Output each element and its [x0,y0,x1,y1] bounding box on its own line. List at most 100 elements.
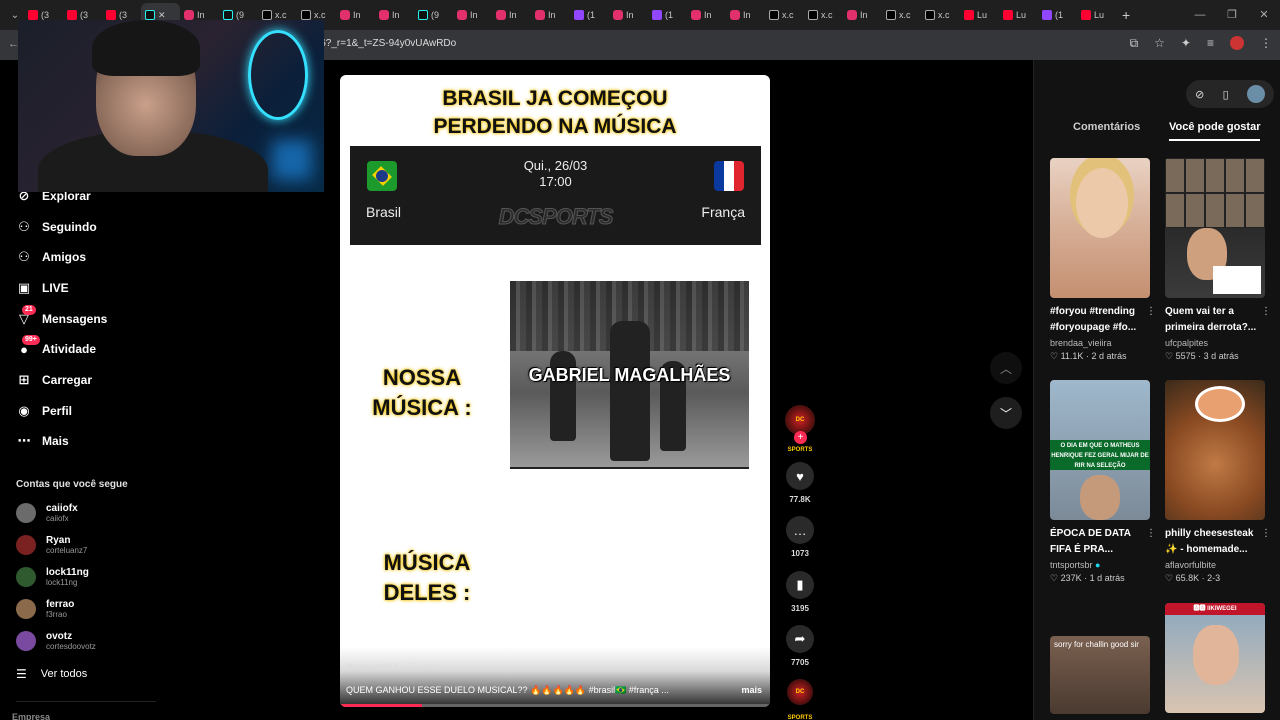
browser-tab[interactable]: In [843,3,882,27]
new-tab-button[interactable]: + [1122,7,1130,23]
browser-tab[interactable]: (1 [570,3,609,27]
phone-icon[interactable]: ▯ [1223,88,1229,101]
card-options-icon[interactable]: ⋮ [1261,306,1271,317]
url-field[interactable]: i6?_r=1&_t=ZS-94y0vUAwRDo [318,38,456,49]
browser-tab[interactable]: In [453,3,492,27]
card-options-icon[interactable]: ⋮ [1146,528,1156,539]
previous-video-button[interactable]: ︿ [990,352,1022,384]
browser-tab[interactable]: In [375,3,414,27]
next-video-button[interactable]: ﹀ [990,397,1022,429]
browser-tab[interactable]: Lu [960,3,999,27]
creator-avatar-button[interactable]: DC SPORTS + [783,405,817,453]
browser-tab[interactable]: In [726,3,765,27]
browser-tab[interactable]: (1 [648,3,687,27]
card-likes: 5575 [1175,351,1196,361]
compass-icon[interactable]: ⊘ [1195,88,1204,101]
browser-tab[interactable]: (9 [414,3,453,27]
close-window-icon[interactable]: ✕ [1248,0,1280,30]
sidebar-item-seguindo[interactable]: ⚇ Seguindo [16,219,97,235]
video-thumbnail [1165,158,1265,298]
x-icon [808,10,818,20]
account-name: ferrao [46,599,75,610]
media-icon[interactable]: ≡ [1207,36,1214,51]
blue-glow [272,140,312,180]
menu-kebab-icon[interactable]: ⋮ [1260,36,1272,51]
browser-tab[interactable]: x.c [882,3,921,27]
browser-tab[interactable]: In [609,3,648,27]
profile-avatar[interactable] [1230,36,1244,50]
suggested-video-card[interactable]: 🅰🅰 IIKIWEGEI [1165,603,1265,713]
browser-tab[interactable]: x.c [921,3,960,27]
see-all-link[interactable]: ☰ Ver todos [16,667,87,681]
browser-tab[interactable]: Lu [999,3,1038,27]
browser-tab[interactable]: (1 [1038,3,1077,27]
avatar [16,567,36,587]
followed-account[interactable]: caiiofx caiiofx [16,503,78,523]
caption-more-button[interactable]: mais [741,685,762,695]
browser-tab[interactable]: Lu [1077,3,1116,27]
share-button[interactable]: ➦ 7705 [783,625,817,667]
save-button[interactable]: ▮ 3195 [783,571,817,613]
minimize-icon[interactable]: — [1184,0,1216,30]
suggested-video-card[interactable]: philly cheesesteak ✨ - homemade... aflav… [1165,380,1271,584]
sidebar-item-amigos[interactable]: ⚇ Amigos [16,249,86,265]
sidebar-item-mais[interactable]: ⋯ Mais [16,433,69,449]
maximize-icon[interactable]: ❐ [1216,0,1248,30]
video-player[interactable]: BRASIL JA COMEÇOU PERDENDO NA MÚSICA Qui… [340,75,770,707]
browser-tab[interactable]: x.c [765,3,804,27]
extensions-icon[interactable]: ✦ [1181,36,1191,51]
sidebar-item-live[interactable]: ▣ LIVE [16,280,69,296]
browser-tab[interactable]: x.c [804,3,843,27]
followed-account[interactable]: lock11ng lock11ng [16,567,89,587]
followed-account[interactable]: Ryan corteluanz7 [16,535,87,555]
company-link[interactable]: Empresa [12,712,50,720]
sidebar-item-atividade[interactable]: ● 99+ Atividade [16,335,96,357]
streamer-hair [92,20,200,76]
instagram-icon [379,10,389,20]
browser-tab[interactable]: In [531,3,570,27]
browser-tab[interactable]: In [687,3,726,27]
card-options-icon[interactable]: ⋮ [1261,528,1271,539]
comment-button[interactable]: … 1073 [783,516,817,558]
youtube-icon [1003,10,1013,20]
suggested-video-card[interactable]: #foryou #trending #foryoupage #fo... bre… [1050,158,1156,362]
card-time: 2-3 [1207,573,1221,583]
suggested-video-card[interactable]: Quem vai ter a primeira derrota?... ufcp… [1165,158,1271,362]
tab-suggested[interactable]: Você pode gostar [1169,121,1261,141]
tab-label: ✕ [158,9,166,20]
suggested-video-card[interactable]: O DIA EM QUE O MATHEUS HENRIQUE FEZ GERA… [1050,380,1156,584]
heart-icon: ♥ [786,462,814,490]
followed-account[interactable]: ferrao f3rrao [16,599,74,619]
dcsports-logo: DCSPORTS [498,204,614,230]
tab-label: (3 [80,10,89,20]
tab-comments[interactable]: Comentários [1073,121,1140,133]
browser-tab[interactable]: In [492,3,531,27]
video-clip: GABRIEL MAGALHÃES [510,281,749,469]
profile-icon: ◉ [18,403,30,418]
card-meta: ♡ 237K · 1 d atrás [1050,573,1125,583]
sidebar-item-carregar[interactable]: ⊞ Carregar [16,372,92,388]
sidebar-item-perfil[interactable]: ◉ Perfil [16,403,72,419]
bookmark-star-icon[interactable]: ☆ [1154,36,1165,51]
suggested-video-card[interactable]: sorry for challin good sir [1050,636,1150,714]
x-icon [301,10,311,20]
like-button[interactable]: ♥ 77.8K [783,462,817,504]
cast-icon[interactable]: ⧉ [1130,36,1139,51]
neon-light [248,30,308,120]
verified-icon: ● [1095,560,1101,570]
clip-caption: GABRIEL MAGALHÃES [528,365,731,385]
sound-disc-button[interactable]: DC SPORTS [783,679,817,720]
heart-outline-icon: ♡ [1165,351,1176,361]
follow-plus-icon[interactable]: + [794,431,807,444]
card-options-icon[interactable]: ⋮ [1146,306,1156,317]
user-avatar[interactable] [1246,85,1265,103]
video-progress-bar[interactable] [340,704,770,707]
video-title-line2: PERDENDO NA MÚSICA [433,115,677,138]
tab-label: In [197,10,205,20]
sidebar-item-mensagens[interactable]: ▽ 21 Mensagens [16,305,107,327]
tab-label: x.c [275,10,287,20]
list-icon: ☰ [16,667,27,681]
followed-account[interactable]: ovotz cortesdoovotz [16,631,96,651]
video-author[interactable]: dcsports11 · 3 d atrás [346,662,447,673]
browser-tab[interactable]: In [336,3,375,27]
